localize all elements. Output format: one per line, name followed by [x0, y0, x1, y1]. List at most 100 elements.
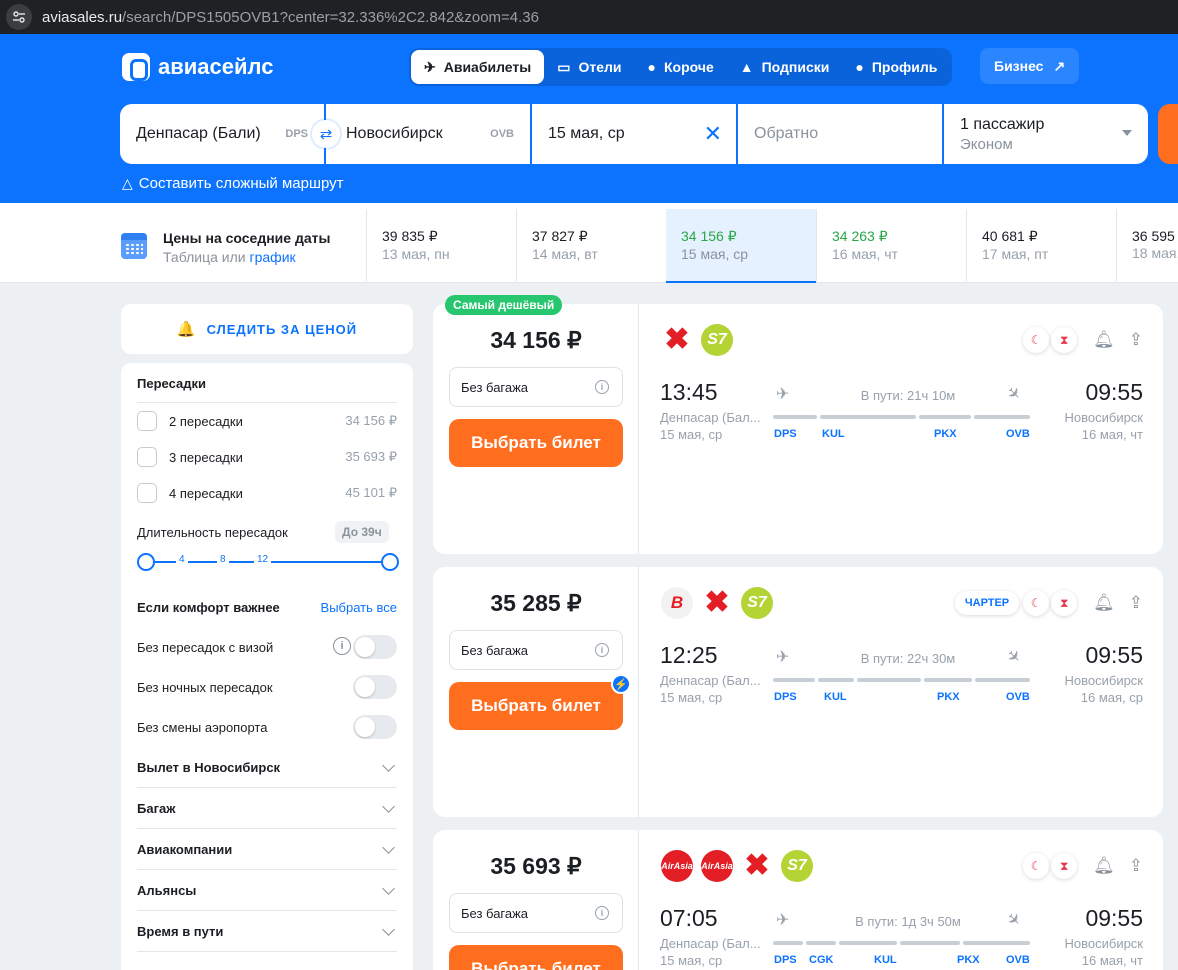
baggage-option[interactable]: Без багажа i	[449, 893, 623, 933]
nav-subscriptions[interactable]: ▲ Подписки	[727, 50, 843, 84]
baggage-option[interactable]: Без багажа i	[449, 367, 623, 407]
share-icon[interactable]: ⇪	[1129, 856, 1143, 876]
arrival-city: Новосибирск	[1064, 410, 1144, 425]
accordion-label: Альянсы	[137, 883, 197, 898]
complex-route-link[interactable]: △ Составить сложный маршрут	[122, 175, 344, 192]
select-all-link[interactable]: Выбрать все	[321, 600, 397, 615]
departure-date: 15 мая, ср	[660, 953, 723, 968]
toggle-switch[interactable]	[353, 715, 397, 739]
date-label: 16 мая, чт	[832, 246, 898, 262]
share-icon[interactable]: ⇪	[1129, 593, 1143, 613]
swap-icon[interactable]: ⇄	[312, 120, 340, 148]
filter-accordion[interactable]: Авиакомпании	[137, 830, 397, 870]
airline-x-logo: ✖	[744, 849, 770, 882]
baggage-option[interactable]: Без багажа i	[449, 630, 623, 670]
route-segment	[963, 941, 1030, 945]
date-option[interactable]: 40 681 ₽ 17 мая, пт	[966, 209, 1116, 283]
checkbox[interactable]	[137, 483, 157, 503]
business-button[interactable]: Бизнес ↗	[980, 48, 1080, 84]
date-option-selected[interactable]: 34 156 ₽ 15 мая, ср	[666, 209, 816, 283]
date-option[interactable]: 36 595 18 мая,	[1116, 209, 1178, 283]
duration-badge: До 39ч	[335, 521, 389, 543]
date-price: 39 835 ₽	[382, 228, 438, 244]
date-option[interactable]: 39 835 ₽ 13 мая, пн	[366, 209, 516, 283]
moon-icon: ☾	[1023, 590, 1050, 616]
share-icon[interactable]: ⇪	[1129, 330, 1143, 350]
select-ticket-button[interactable]: Выбрать билет	[449, 945, 623, 970]
airport-code: DPS	[774, 691, 797, 703]
bell-icon[interactable]: 🔔︎	[1093, 856, 1115, 876]
address-bar[interactable]: aviasales.ru/search/DPS1505OVB1?center=3…	[42, 9, 539, 26]
departure-city: Денпасар (Бал...	[660, 673, 761, 688]
airline-logos: AirAsia AirAsia ✖ S7	[661, 850, 821, 882]
logo[interactable]: авиасейлс	[122, 53, 273, 81]
info-icon[interactable]: i	[595, 643, 609, 657]
user-icon: ●	[855, 59, 864, 75]
date-option[interactable]: 34 263 ₽ 16 мая, чт	[816, 209, 966, 283]
nav-flights[interactable]: ✈ Авиабилеты	[411, 50, 545, 84]
date-label: 15 мая, ср	[681, 246, 749, 262]
destination-field[interactable]: Новосибирск OVB	[326, 104, 530, 164]
date-option[interactable]: 37 827 ₽ 14 мая, вт	[516, 209, 666, 283]
graph-link[interactable]: график	[250, 249, 296, 265]
arrival-time: 09:55	[1085, 905, 1143, 931]
checkbox[interactable]	[137, 447, 157, 467]
ticket-icons: ЧАРТЕР ☾ ⧗ 🔔︎ ⇪	[954, 590, 1143, 616]
info-icon[interactable]: i	[595, 380, 609, 394]
map-pin-icon: ●	[647, 59, 656, 75]
filter-accordion[interactable]: Время в пути	[137, 912, 397, 952]
cheapest-badge: Самый дешёвый	[445, 295, 563, 315]
origin-field[interactable]: Денпасар (Бали) DPS	[120, 104, 324, 164]
airport-code: KUL	[822, 428, 845, 440]
info-icon[interactable]: i	[595, 906, 609, 920]
toggle-switch[interactable]	[353, 675, 397, 699]
return-date-field[interactable]: Обратно	[738, 104, 942, 164]
airline-b-logo: B	[661, 587, 693, 619]
browser-bar: aviasales.ru/search/DPS1505OVB1?center=3…	[0, 0, 1178, 34]
arrival-time: 09:55	[1085, 642, 1143, 668]
search-button[interactable]	[1158, 104, 1178, 164]
table-link[interactable]: Таблица	[163, 249, 218, 265]
toggle-switch[interactable]	[353, 635, 397, 659]
filter-accordion[interactable]: Багаж	[137, 789, 397, 829]
nav-short[interactable]: ● Короче	[635, 50, 727, 84]
bell-icon[interactable]: 🔔︎	[1093, 593, 1115, 613]
airline-s7-logo: S7	[701, 324, 733, 356]
nav-profile[interactable]: ● Профиль	[842, 50, 950, 84]
transfer-label: 4 пересадки	[169, 485, 243, 501]
checkbox[interactable]	[137, 411, 157, 431]
ticket-price-panel: 35 693 ₽ Без багажа i Выбрать билет	[433, 830, 639, 970]
transfer-filter[interactable]: 3 пересадки 35 693 ₽	[137, 446, 397, 468]
nav-hotels[interactable]: ▭ Отели	[544, 50, 634, 84]
close-icon[interactable]: ✕	[704, 121, 722, 147]
transfer-filter[interactable]: 2 пересадки 34 156 ₽	[137, 410, 397, 432]
nav-label: Отели	[578, 59, 622, 75]
origin-value: Денпасар (Бали)	[136, 125, 261, 142]
arrival-date: 16 мая, ср	[1080, 690, 1143, 705]
business-label: Бизнес	[994, 58, 1044, 74]
destination-code: OVB	[490, 128, 514, 140]
slider-min-handle[interactable]	[137, 553, 155, 571]
route-segment	[773, 415, 817, 419]
slider-max-handle[interactable]	[381, 553, 399, 571]
chevron-down-icon	[382, 922, 395, 936]
filter-accordion[interactable]: Вылет в Новосибирск	[137, 748, 397, 788]
track-price-label: СЛЕДИТЬ ЗА ЦЕНОЙ	[206, 321, 358, 337]
date-price: 34 263 ₽	[832, 228, 888, 244]
bell-icon[interactable]: 🔔︎	[1093, 330, 1115, 350]
url-domain: aviasales.ru	[42, 8, 123, 26]
site-info-icon[interactable]	[6, 4, 32, 30]
select-ticket-button[interactable]: Выбрать билет	[449, 419, 623, 467]
transfer-filter[interactable]: 4 пересадки 45 101 ₽	[137, 482, 397, 504]
destination-value: Новосибирск	[346, 125, 443, 142]
nav-label: Профиль	[871, 59, 938, 75]
track-price-button[interactable]: 🔔 СЛЕДИТЬ ЗА ЦЕНОЙ	[121, 304, 413, 354]
filter-accordion[interactable]: Альянсы	[137, 871, 397, 911]
passengers-field[interactable]: 1 пассажир Эконом	[944, 104, 1148, 164]
info-icon[interactable]: i	[333, 637, 351, 655]
select-ticket-button[interactable]: Выбрать билет ⚡	[449, 674, 631, 730]
date-price: 37 827 ₽	[532, 228, 588, 244]
departure-date-field[interactable]: 15 мая, ср ✕	[532, 104, 736, 164]
arrival-city: Новосибирск	[1064, 936, 1144, 951]
duration-slider[interactable]: 4 8 12	[137, 552, 399, 572]
